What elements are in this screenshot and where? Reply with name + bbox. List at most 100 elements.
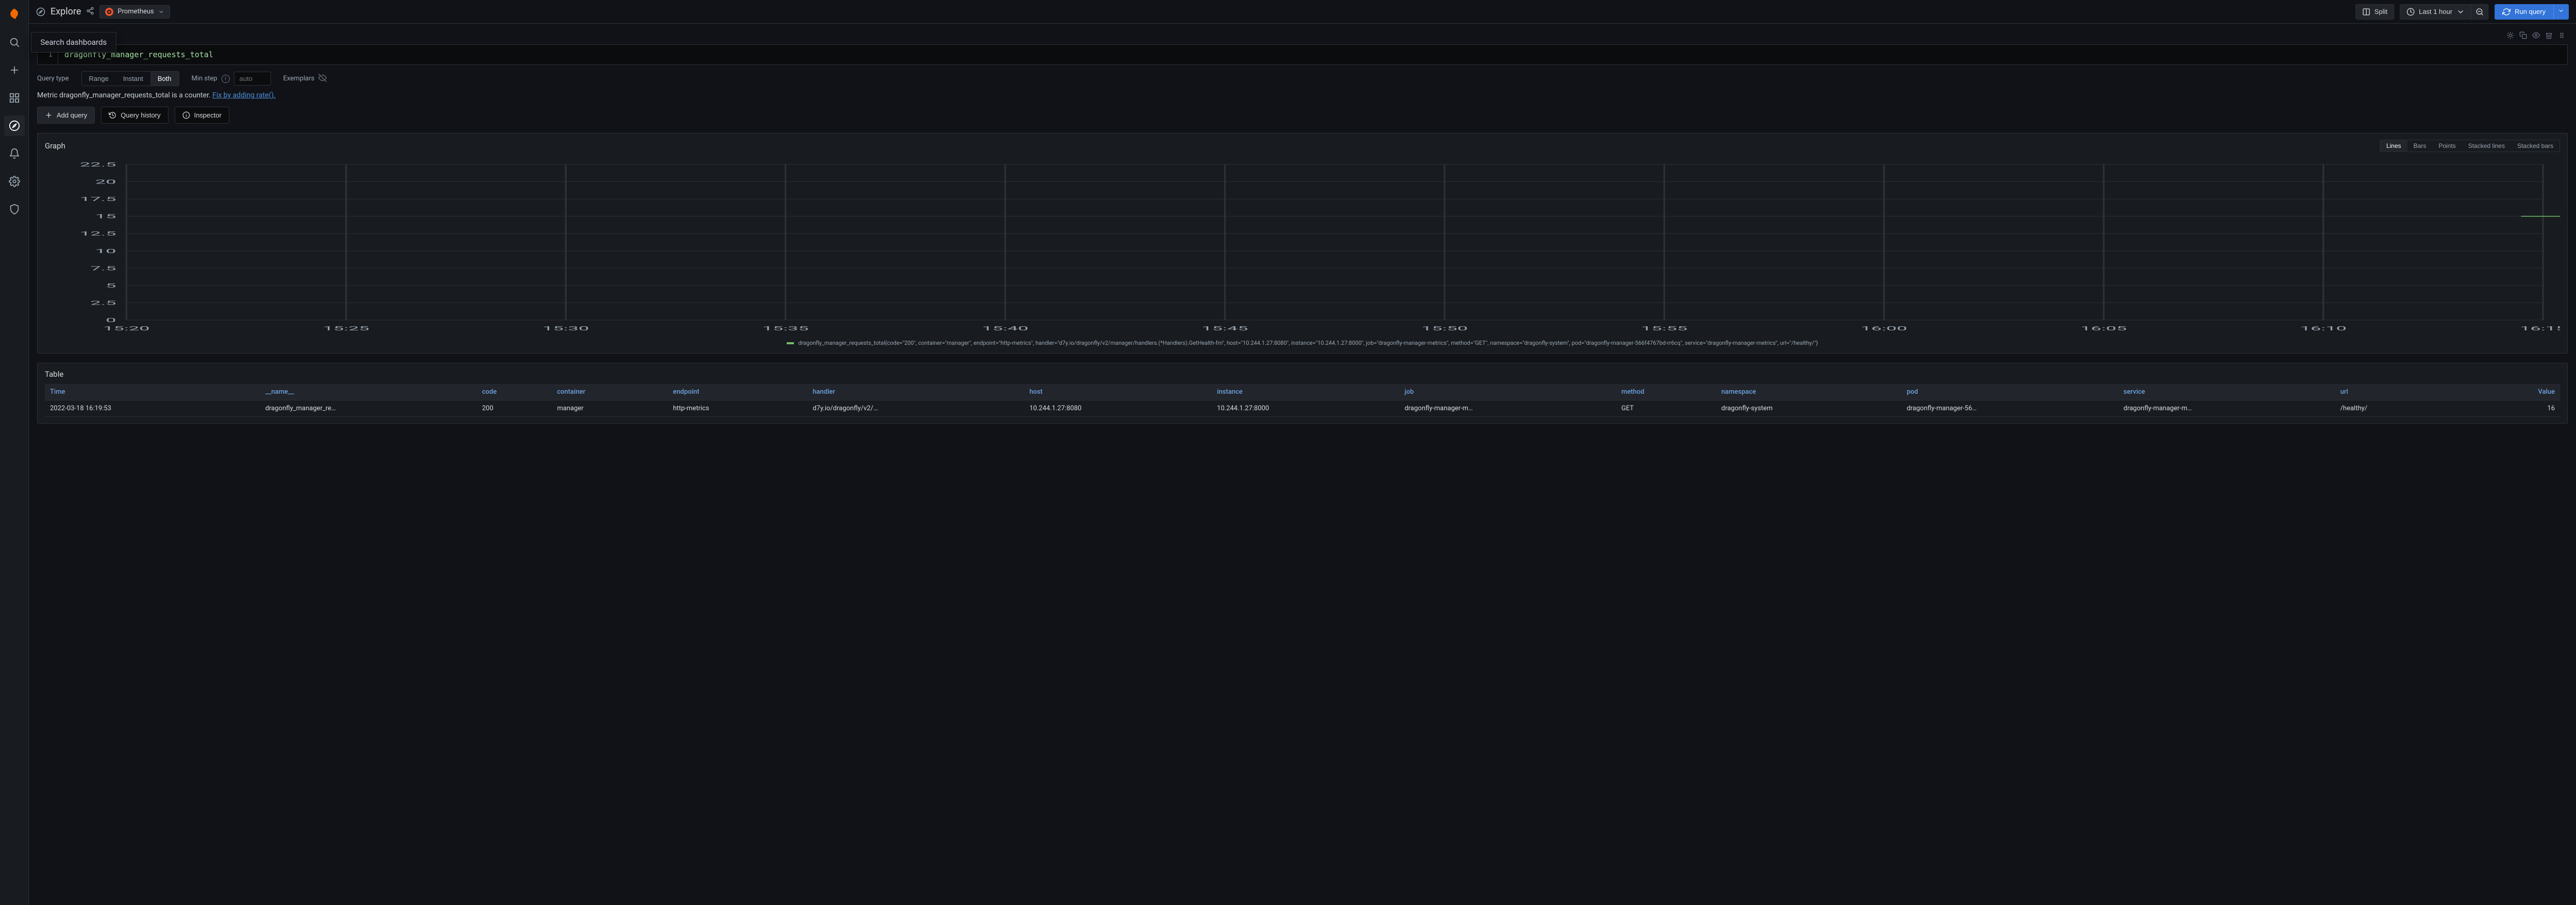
duplicate-query-icon[interactable]	[2519, 31, 2527, 41]
table-cell: dragonfly_manager_re…	[260, 400, 477, 417]
graph-title: Graph	[45, 141, 65, 150]
query-type-both[interactable]: Both	[150, 72, 179, 86]
table-header[interactable]: code	[477, 384, 552, 400]
table-cell: 16	[2479, 400, 2560, 417]
query-stats-icon[interactable]	[2506, 31, 2514, 41]
table-header[interactable]: instance	[1212, 384, 1399, 400]
admin-icon[interactable]	[4, 199, 25, 220]
chart-svg[interactable]: 02.557.51012.51517.52022.515:2015:2515:3…	[45, 159, 2560, 334]
alerting-icon[interactable]	[4, 143, 25, 164]
grafana-logo[interactable]	[4, 4, 25, 25]
svg-text:15:25: 15:25	[323, 325, 369, 332]
svg-text:15:35: 15:35	[762, 325, 808, 332]
run-query-label: Run query	[2515, 8, 2546, 15]
table-header[interactable]: Value	[2479, 384, 2560, 400]
explore-toolbar: Explore Prometheus Split Last 1 hour	[29, 0, 2576, 24]
prometheus-icon	[105, 8, 113, 16]
info-icon	[182, 111, 190, 119]
info-icon[interactable]: i	[222, 75, 230, 83]
add-query-button[interactable]: Add query	[37, 107, 95, 124]
svg-text:16:05: 16:05	[2080, 325, 2127, 332]
table-header[interactable]: service	[2119, 384, 2335, 400]
svg-text:15:50: 15:50	[1421, 325, 1468, 332]
viz-stacked-bars[interactable]: Stacked bars	[2511, 140, 2560, 152]
table-header[interactable]: job	[1399, 384, 1616, 400]
min-step-input[interactable]	[234, 72, 271, 86]
chevron-down-icon	[2558, 8, 2564, 14]
explore-icon[interactable]	[4, 115, 25, 136]
hint-fix-link[interactable]: Fix by adding rate().	[212, 91, 276, 99]
query-history-label: Query history	[121, 111, 160, 119]
inspector-label: Inspector	[194, 111, 222, 119]
query-text[interactable]: dragonfly_manager_requests_total	[58, 45, 2567, 64]
line-number: 1	[38, 45, 58, 64]
table-cell: dragonfly-manager-m…	[2119, 400, 2335, 417]
table-panel: Table Time__name__codecontainerendpointh…	[37, 363, 2568, 424]
configuration-icon[interactable]	[4, 171, 25, 192]
results-table: Time__name__codecontainerendpointhandler…	[45, 384, 2560, 417]
svg-text:15:40: 15:40	[982, 325, 1028, 332]
exemplars-label: Exemplars	[283, 75, 315, 82]
query-type-range[interactable]: Range	[82, 72, 116, 86]
min-step-label: Min step	[192, 75, 217, 82]
table-header[interactable]: __name__	[260, 384, 477, 400]
query-type-segment: Range Instant Both	[81, 71, 179, 86]
table-header[interactable]: Time	[45, 384, 260, 400]
datasource-picker[interactable]: Prometheus	[99, 5, 170, 19]
hint-text: Metric dragonfly_manager_requests_total …	[37, 91, 211, 99]
search-icon[interactable]: Search dashboards	[4, 32, 25, 53]
dashboards-icon[interactable]	[4, 88, 25, 108]
plus-icon[interactable]	[4, 60, 25, 80]
query-history-button[interactable]: Query history	[101, 107, 168, 124]
time-range-button[interactable]: Last 1 hour	[2400, 4, 2471, 20]
drag-handle-icon[interactable]	[2558, 31, 2566, 41]
svg-text:16:15: 16:15	[2520, 325, 2560, 332]
table-header[interactable]: endpoint	[668, 384, 807, 400]
table-cell: /healthy/	[2335, 400, 2447, 417]
split-label: Split	[2375, 8, 2387, 15]
query-options: Query type Range Instant Both Min step i…	[37, 71, 2568, 86]
viz-lines[interactable]: Lines	[2380, 140, 2408, 152]
table-header[interactable]: container	[552, 384, 668, 400]
inspector-button[interactable]: Inspector	[175, 107, 229, 124]
table-header[interactable]: method	[1616, 384, 1716, 400]
svg-text:5: 5	[106, 282, 116, 289]
run-query-button[interactable]: Run query	[2495, 4, 2553, 20]
table-header[interactable]: pod	[1902, 384, 2119, 400]
viz-bars[interactable]: Bars	[2408, 140, 2433, 152]
compass-icon	[36, 7, 45, 16]
share-icon[interactable]	[86, 7, 94, 17]
run-query-options-button[interactable]	[2553, 4, 2569, 20]
split-button[interactable]: Split	[2355, 4, 2394, 20]
table-header[interactable]	[2448, 384, 2479, 400]
svg-text:15:20: 15:20	[103, 325, 149, 332]
viz-points[interactable]: Points	[2432, 140, 2462, 152]
query-row-letter: A	[52, 32, 56, 40]
table-header[interactable]: url	[2335, 384, 2447, 400]
query-editor[interactable]: 1 dragonfly_manager_requests_total	[37, 44, 2568, 65]
side-nav: Search dashboards	[0, 0, 29, 905]
datasource-name: Prometheus	[117, 8, 154, 15]
query-row-header: A (Prometheus)	[37, 29, 2568, 43]
table-cell: 200	[477, 400, 552, 417]
svg-text:16:00: 16:00	[1861, 325, 1907, 332]
toggle-query-icon[interactable]	[2532, 31, 2540, 41]
zoom-out-button[interactable]	[2471, 4, 2488, 20]
table-header[interactable]: namespace	[1716, 384, 1902, 400]
table-cell: dragonfly-manager-m…	[1399, 400, 1616, 417]
remove-query-icon[interactable]	[2545, 31, 2553, 41]
table-header[interactable]: host	[1024, 384, 1212, 400]
table-row[interactable]: 2022-03-18 16:19:53dragonfly_manager_re……	[45, 400, 2560, 417]
chevron-down-icon[interactable]	[39, 32, 46, 40]
table-header[interactable]: handler	[807, 384, 1024, 400]
page-title: Explore	[50, 6, 81, 17]
table-cell: d7y.io/dragonfly/v2/…	[807, 400, 1024, 417]
table-cell: 2022-03-18 16:19:53	[45, 400, 260, 417]
chart-legend[interactable]: dragonfly_manager_requests_total{code="2…	[45, 340, 2560, 347]
svg-text:15:55: 15:55	[1641, 325, 1687, 332]
query-type-instant[interactable]: Instant	[116, 72, 150, 86]
svg-text:17.5: 17.5	[80, 196, 116, 203]
exemplars-toggle-icon[interactable]	[318, 74, 327, 84]
table-cell: http-metrics	[668, 400, 807, 417]
viz-stacked-lines[interactable]: Stacked lines	[2462, 140, 2511, 152]
